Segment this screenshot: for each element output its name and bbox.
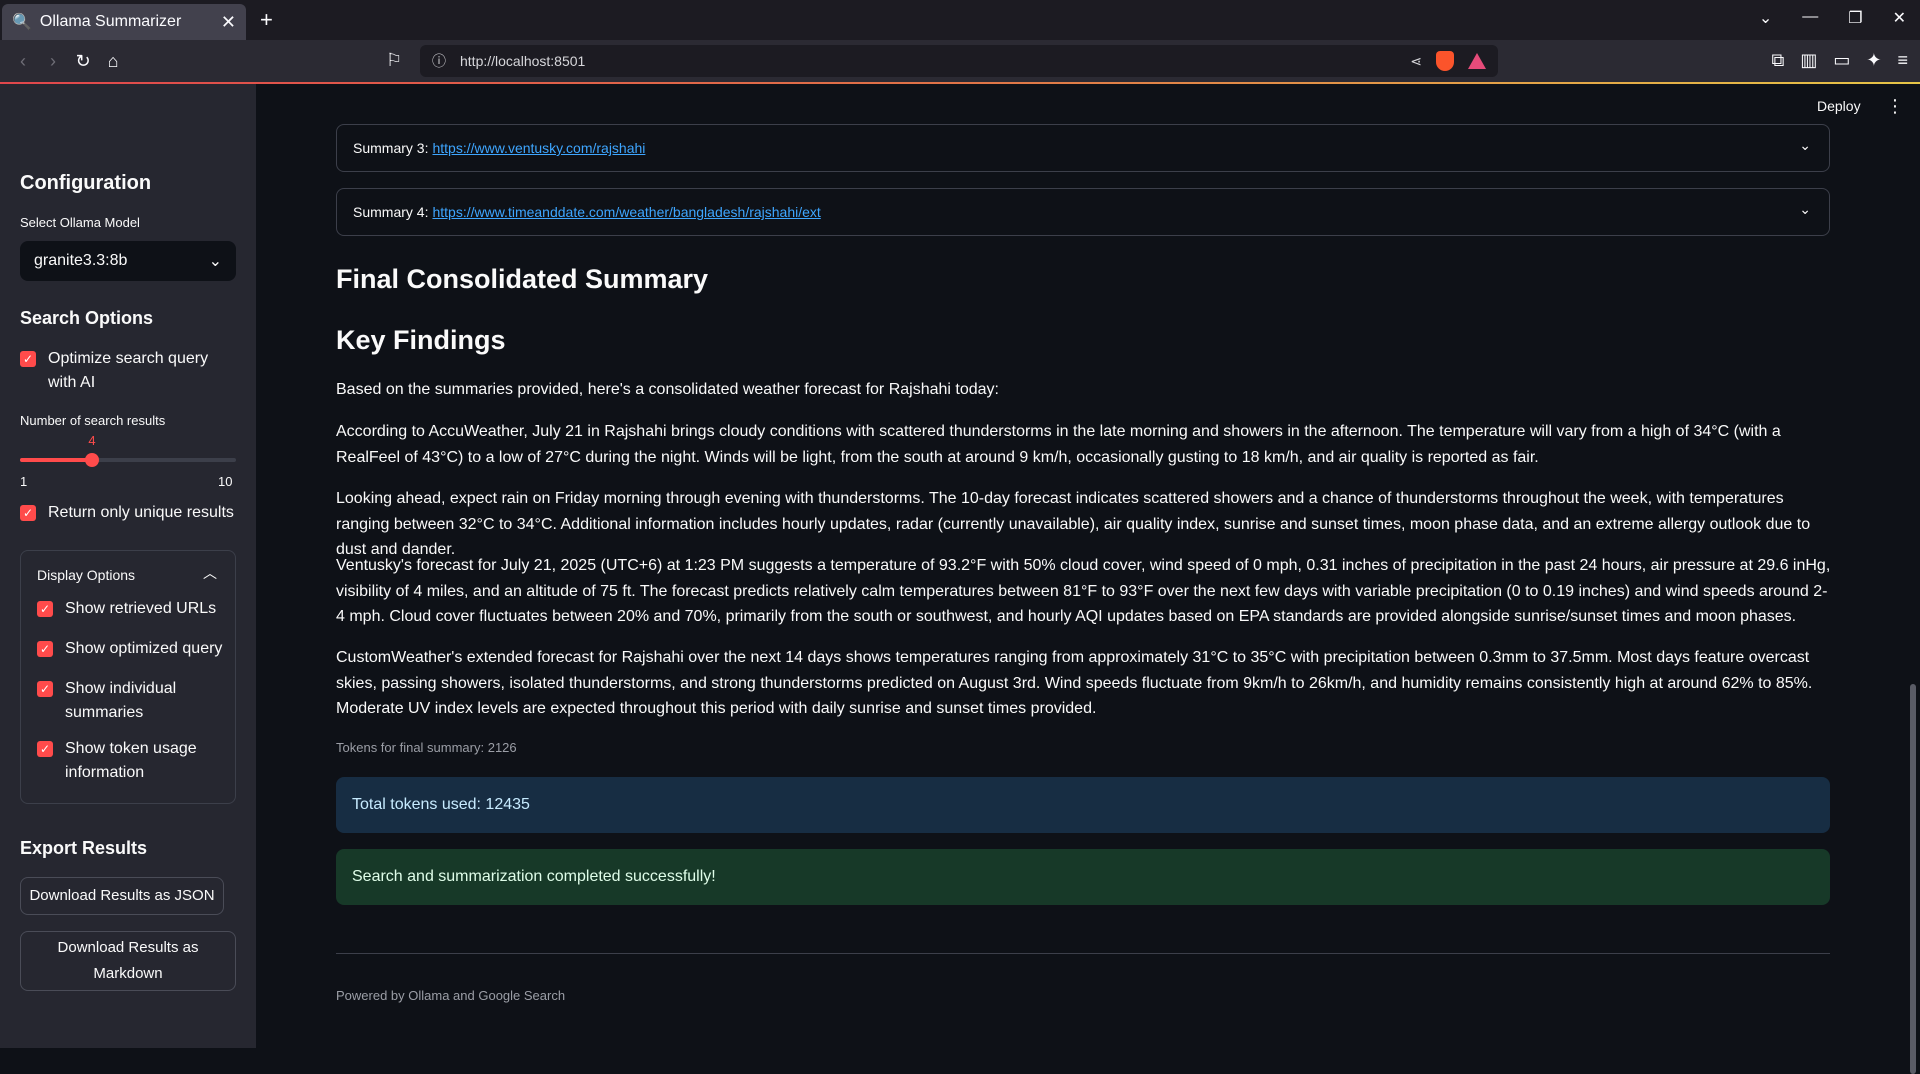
show-optimized-query-checkbox[interactable]: ✓ Show optimized query [37,637,227,661]
checkmark-icon: ✓ [37,641,53,657]
success-message: Search and summarization completed succe… [336,849,1830,905]
chevron-down-icon[interactable]: ⌄ [1799,201,1811,218]
final-tokens-caption: Tokens for final summary: 2126 [336,740,517,755]
leo-ai-icon[interactable]: ✦ [1866,50,1881,71]
sidebar-toggle-icon[interactable]: ▥ [1800,50,1817,71]
summary-paragraph: Based on the summaries provided, here's … [336,381,999,398]
slider-min-label: 1 [20,474,28,489]
optimize-query-label: Optimize search query with AI [48,350,209,391]
share-icon[interactable]: ⋖ [1410,53,1422,70]
url-text[interactable]: http://localhost:8501 [460,53,1396,69]
chevron-down-icon: ⌄ [208,253,222,270]
main-content: Deploy ⋮ Summary 3: https://www.ventusky… [256,84,1920,1074]
download-markdown-button[interactable]: Download Results as Markdown [20,931,236,991]
config-heading: Configuration [20,172,152,194]
brave-rewards-icon[interactable] [1468,53,1486,69]
search-options-heading: Search Options [20,308,154,328]
show-summaries-label: Show individual summaries [65,680,177,721]
browser-navbar: ‹ › ↻ ⌂ ⚐ ⓘ http://localhost:8501 ⋖ ⧉ ▥ … [0,40,1920,82]
num-results-slider[interactable]: 4 [20,433,236,467]
bookmark-icon[interactable]: ⚐ [386,50,402,71]
checkmark-icon: ✓ [37,741,53,757]
total-tokens-info: Total tokens used: 12435 [336,777,1830,833]
show-optimized-query-label: Show optimized query [65,640,223,657]
summary-label: Summary 3: [353,140,429,156]
slider-thumb[interactable] [84,453,99,467]
maximize-icon[interactable]: ❐ [1848,8,1862,28]
slider-fill [20,458,92,462]
unique-results-checkbox[interactable]: ✓ Return only unique results [20,501,236,525]
forward-icon[interactable]: › [38,51,68,72]
final-summary-heading: Final Consolidated Summary [336,264,709,294]
show-summaries-checkbox[interactable]: ✓ Show individual summaries [37,677,207,725]
back-icon[interactable]: ‹ [8,51,38,72]
brave-shields-icon[interactable] [1436,51,1454,71]
show-token-usage-label: Show token usage information [65,740,197,781]
summary-link[interactable]: https://www.timeanddate.com/weather/bang… [432,204,820,220]
summary-paragraph: Looking ahead, expect rain on Friday mor… [336,490,1811,558]
summary-paragraph: CustomWeather's extended forecast for Ra… [336,649,1813,717]
reload-icon[interactable]: ↻ [68,51,98,72]
menu-icon[interactable]: ≡ [1897,50,1908,71]
show-token-usage-checkbox[interactable]: ✓ Show token usage information [37,737,207,785]
export-heading: Export Results [20,838,148,858]
checkmark-icon: ✓ [20,505,36,521]
new-tab-button[interactable]: + [260,7,273,33]
close-window-icon[interactable]: ✕ [1893,8,1906,28]
model-select[interactable]: granite3.3:8b ⌄ [20,241,236,281]
browser-tab[interactable]: 🔍 Ollama Summarizer ✕ [2,4,246,40]
divider [336,953,1830,954]
browser-tabbar: 🔍 Ollama Summarizer ✕ + ⌄ — ❐ ✕ [0,0,1920,40]
model-select-label: Select Ollama Model [20,215,140,230]
download-json-button[interactable]: Download Results as JSON [20,877,224,915]
optimize-query-checkbox[interactable]: ✓ Optimize search query with AI [20,347,236,395]
minimize-icon[interactable]: — [1802,8,1818,28]
model-select-value: granite3.3:8b [34,252,128,269]
unique-results-label: Return only unique results [48,504,234,521]
slider-value: 4 [88,433,96,448]
summary-expander-3[interactable]: Summary 3: https://www.ventusky.com/rajs… [336,124,1830,172]
slider-max-label: 10 [218,474,233,489]
checkmark-icon: ✓ [37,601,53,617]
site-info-icon[interactable]: ⓘ [432,51,446,71]
summary-paragraph: Ventusky's forecast for July 21, 2025 (U… [336,557,1831,625]
home-icon[interactable]: ⌂ [98,51,128,72]
chevron-down-icon[interactable]: ⌄ [1799,137,1811,154]
search-icon: 🔍 [12,14,32,31]
more-options-icon[interactable]: ⋮ [1886,96,1904,117]
address-bar[interactable]: ⓘ http://localhost:8501 ⋖ [420,45,1498,77]
checkmark-icon: ✓ [20,351,36,367]
extensions-icon[interactable]: ⧉ [1772,50,1785,71]
summary-expander-4[interactable]: Summary 4: https://www.timeanddate.com/w… [336,188,1830,236]
num-results-label: Number of search results [20,413,166,428]
summary-link[interactable]: https://www.ventusky.com/rajshahi [432,140,645,156]
show-urls-label: Show retrieved URLs [65,600,217,617]
tab-title: Ollama Summarizer [39,13,182,30]
scrollbar[interactable] [1910,684,1916,1074]
key-findings-heading: Key Findings [336,325,506,355]
checkmark-icon: ✓ [37,681,53,697]
display-options-expander: Display Options ︿ ✓ Show retrieved URLs … [20,550,236,804]
show-urls-checkbox[interactable]: ✓ Show retrieved URLs [37,597,227,621]
footer-text: Powered by Ollama and Google Search [336,988,566,1003]
tab-list-icon[interactable]: ⌄ [1759,8,1772,28]
summary-paragraph: According to AccuWeather, July 21 in Raj… [336,423,1781,466]
summary-label: Summary 4: [353,204,429,220]
deploy-button[interactable]: Deploy [1817,98,1861,114]
sidebar: Configuration Select Ollama Model granit… [0,84,256,1048]
chevron-up-icon[interactable]: ︿ [203,563,217,583]
wallet-icon[interactable]: ▭ [1833,50,1850,71]
close-tab-icon[interactable]: ✕ [221,12,236,33]
display-options-heading[interactable]: Display Options [37,567,135,583]
